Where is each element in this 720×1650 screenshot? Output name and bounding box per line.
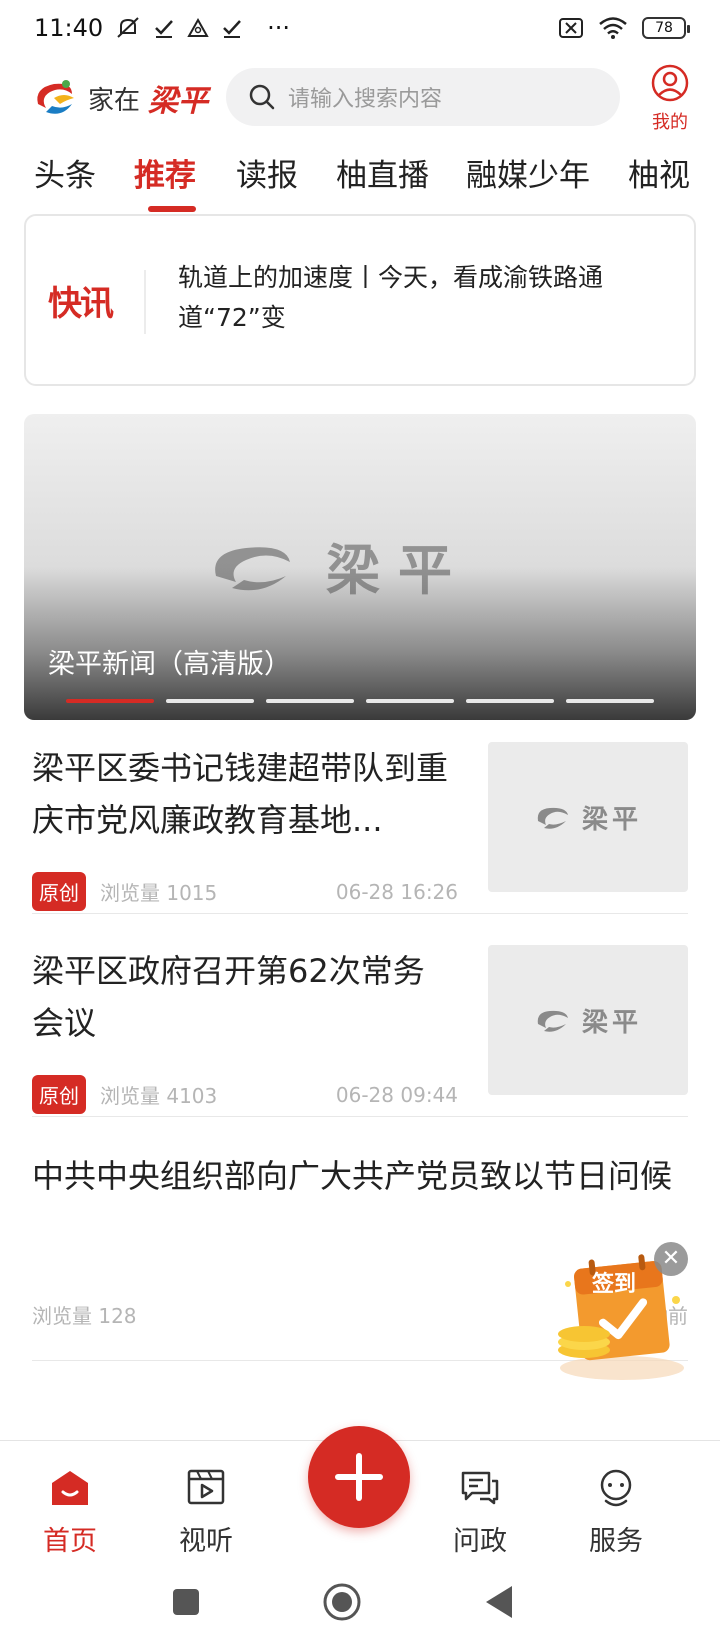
mute-icon	[117, 17, 139, 38]
nav-home[interactable]: 首页	[20, 1465, 120, 1558]
status-right: 78	[558, 16, 690, 40]
home-icon	[52, 1471, 88, 1505]
home-button-icon[interactable]	[322, 1582, 362, 1622]
app-header: 家在 梁平 请输入搜索内容 我的	[0, 64, 720, 136]
liangping-logo-icon	[537, 807, 568, 829]
banner-carousel[interactable]: 梁平 梁平新闻（高清版）	[24, 414, 696, 720]
thumb-text: 梁平	[581, 804, 642, 835]
publish-time: 06-28 16:26	[335, 879, 458, 904]
carousel-watermark: 梁平	[206, 526, 470, 605]
news-thumbnail[interactable]: 梁平	[488, 742, 688, 892]
battery-indicator: 78	[642, 17, 690, 39]
check-icon	[223, 20, 242, 38]
check-icon	[155, 20, 174, 38]
carousel-dot[interactable]	[166, 699, 254, 703]
publish-time: 06-28 09:44	[335, 1082, 458, 1107]
publish-button[interactable]	[308, 1426, 410, 1528]
me-label: 我的	[652, 112, 688, 133]
nav-video[interactable]: 视听	[156, 1465, 256, 1558]
system-nav-bar	[0, 1566, 720, 1650]
service-icon	[600, 1469, 632, 1507]
carousel-dot[interactable]	[66, 699, 154, 703]
user-icon	[651, 64, 689, 102]
flash-headline[interactable]: 轨道上的加速度丨今天，看成渝铁路通道“72”变	[178, 258, 678, 338]
channel-tabs: 头条 推荐 读报 柚直播 融媒少年 柚视	[0, 144, 720, 212]
close-icon[interactable]: ✕	[654, 1242, 688, 1276]
more-notifications: ···	[267, 14, 291, 42]
nav-label: 视听	[179, 1526, 233, 1557]
view-count: 浏览量 128	[32, 1304, 137, 1328]
triangle-app-icon	[187, 17, 209, 37]
plus-icon	[335, 1453, 383, 1501]
tab-newspaper[interactable]: 读报	[236, 150, 298, 195]
tab-live[interactable]: 柚直播	[336, 150, 429, 195]
video-icon	[187, 1469, 225, 1505]
recents-icon[interactable]	[172, 1588, 200, 1616]
nav-label: 首页	[43, 1526, 97, 1557]
flash-divider	[144, 270, 146, 334]
logo-brush-text: 梁平	[148, 84, 209, 119]
carousel-dot[interactable]	[266, 699, 354, 703]
checkin-label: 签到	[592, 1272, 637, 1297]
carousel-caption: 梁平新闻（高清版）	[48, 649, 291, 680]
logo-prefix: 家在	[88, 85, 141, 116]
list-divider	[32, 1116, 688, 1117]
back-icon[interactable]	[484, 1584, 514, 1620]
search-icon	[249, 84, 275, 110]
news-title[interactable]: 梁平区政府召开第62次常务会议	[32, 945, 452, 1049]
list-item[interactable]: 梁平区政府召开第62次常务会议 梁平 原创 浏览量 4103 06-28 09:…	[32, 945, 688, 1117]
news-meta: 原创 浏览量 1015 06-28 16:26	[32, 872, 458, 911]
chat-icon	[461, 1471, 499, 1505]
view-count: 浏览量 4103	[100, 1084, 218, 1108]
status-time: 11:40	[34, 14, 104, 42]
flash-logo: 快讯	[48, 284, 114, 324]
nav-service[interactable]: 服务	[566, 1465, 666, 1558]
status-left: 11:40 ···	[34, 14, 290, 42]
liangping-logo-icon	[215, 546, 290, 590]
carousel-pagination	[66, 699, 654, 703]
news-title[interactable]: 中共中央组织部向广大共产党员致以节日问候	[32, 1150, 688, 1202]
tab-recommend[interactable]: 推荐	[134, 150, 196, 195]
search-bar[interactable]: 请输入搜索内容	[226, 68, 620, 126]
carousel-dot[interactable]	[366, 699, 454, 703]
sim-disabled-icon	[559, 18, 583, 38]
tab-youth[interactable]: 融媒少年	[466, 150, 590, 195]
news-thumbnail[interactable]: 梁平	[488, 945, 688, 1095]
tab-video[interactable]: 柚视	[628, 150, 690, 195]
original-badge: 原创	[32, 872, 86, 911]
nav-inquiry[interactable]: 问政	[430, 1465, 530, 1558]
liangping-logo-icon	[537, 1010, 568, 1032]
app-logo: 家在 梁平	[32, 74, 208, 122]
liangping-logo-icon	[37, 80, 74, 114]
original-badge: 原创	[32, 1075, 86, 1114]
news-meta: 原创 浏览量 4103 06-28 09:44	[32, 1075, 458, 1114]
flash-news-card[interactable]: 快讯 轨道上的加速度丨今天，看成渝铁路通道“72”变	[24, 214, 696, 386]
carousel-dot[interactable]	[566, 699, 654, 703]
search-placeholder: 请输入搜索内容	[288, 87, 443, 112]
checkin-widget[interactable]: 签到 ✕	[548, 1242, 698, 1392]
nav-label: 问政	[453, 1526, 507, 1557]
list-item[interactable]: 梁平区委书记钱建超带队到重庆市党风廉政教育基地... 梁平 原创 浏览量 101…	[32, 742, 688, 914]
list-divider	[32, 913, 688, 914]
news-title[interactable]: 梁平区委书记钱建超带队到重庆市党风廉政教育基地...	[32, 742, 452, 846]
tab-headline[interactable]: 头条	[34, 150, 96, 195]
status-bar: 11:40 ··· 78	[0, 0, 720, 56]
carousel-dot[interactable]	[466, 699, 554, 703]
thumb-text: 梁平	[581, 1007, 642, 1038]
view-count: 浏览量 1015	[100, 881, 218, 905]
nav-label: 服务	[589, 1526, 643, 1557]
active-tab-indicator	[148, 206, 196, 212]
me-button[interactable]: 我的	[644, 64, 696, 134]
wifi-icon	[599, 17, 627, 39]
watermark-text: 梁平	[326, 538, 470, 602]
